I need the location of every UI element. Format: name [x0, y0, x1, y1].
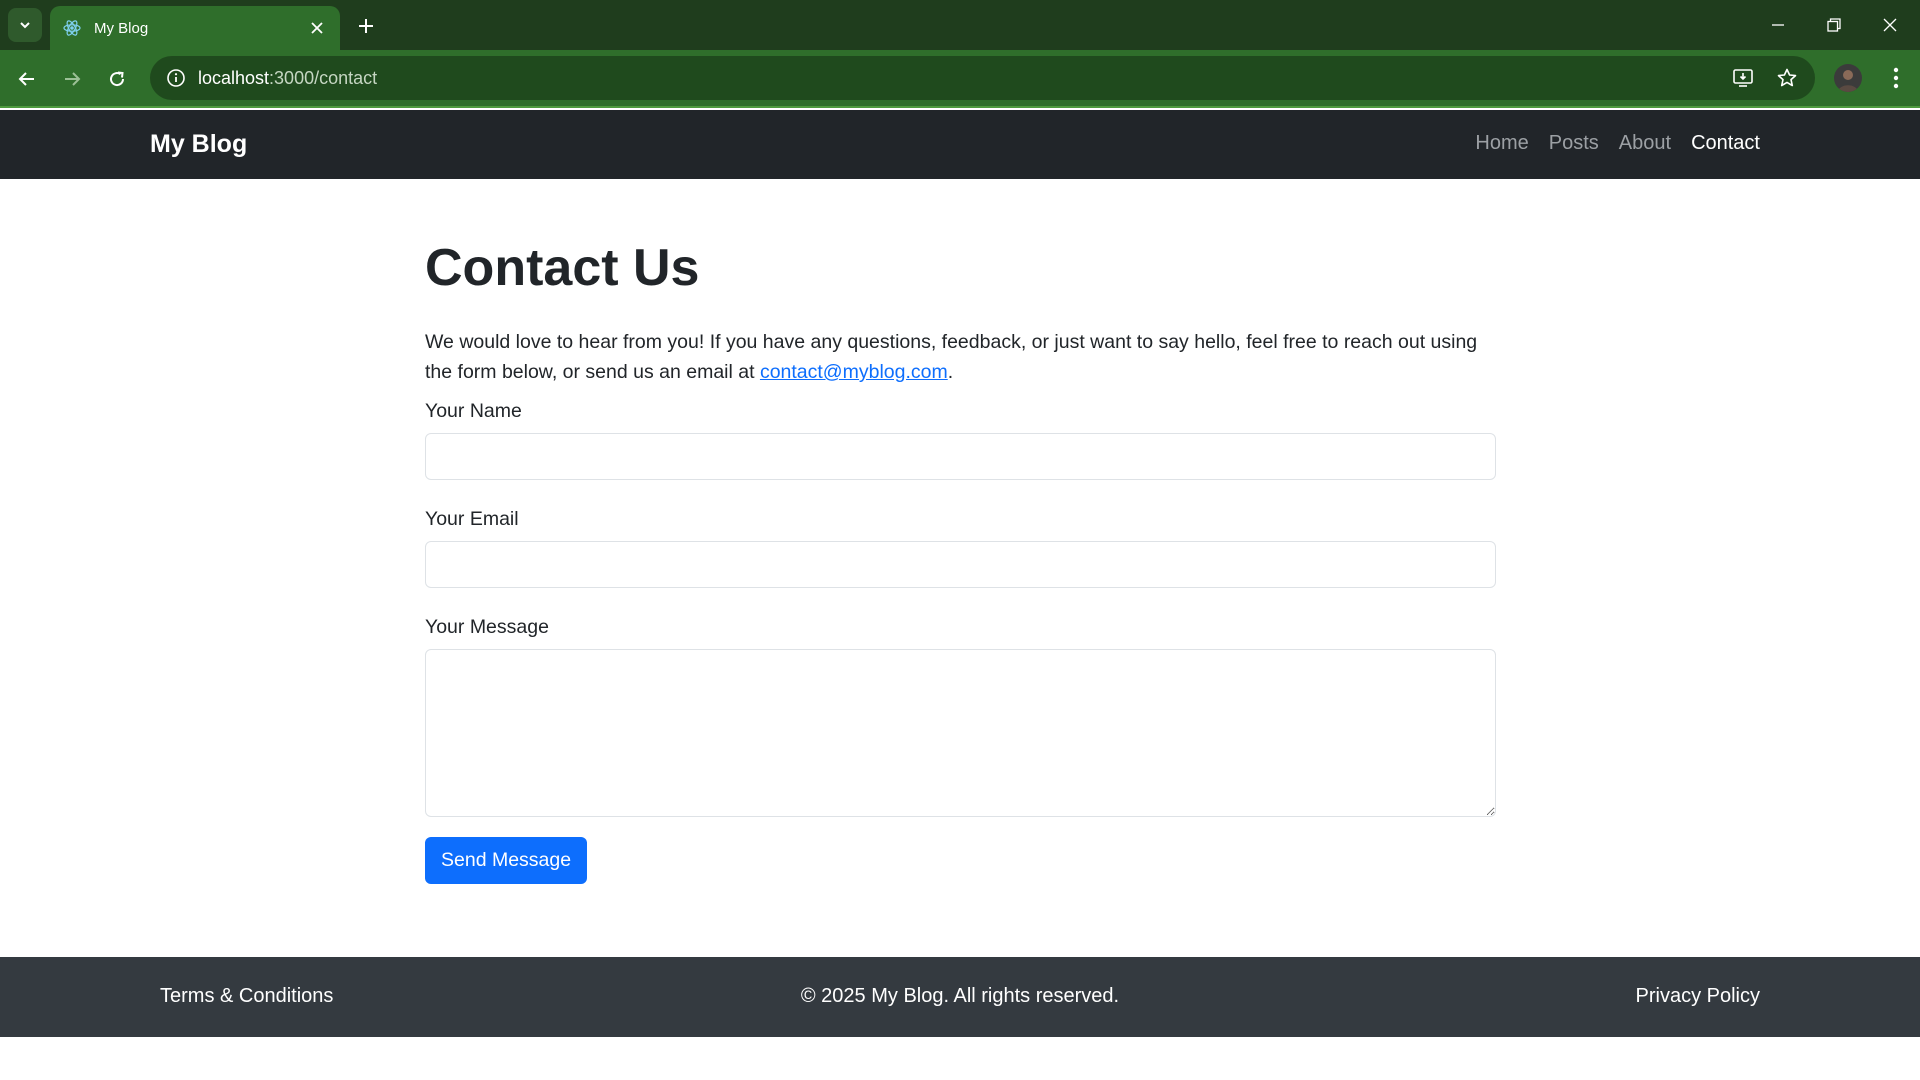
info-icon[interactable] [164, 66, 188, 90]
contact-page: Contact Us We would love to hear from yo… [425, 180, 1496, 885]
plus-icon [359, 19, 373, 33]
restore-icon [1827, 18, 1841, 32]
address-bar[interactable]: localhost:3000/contact [150, 56, 1815, 100]
kebab-menu-icon[interactable] [1880, 62, 1912, 94]
chevron-down-icon [20, 22, 30, 29]
intro-paragraph: We would love to hear from you! If you h… [425, 327, 1496, 387]
close-window-button[interactable] [1862, 0, 1918, 50]
name-label: Your Name [425, 400, 522, 423]
forward-button[interactable] [54, 61, 90, 97]
copyright-text: © 2025 My Blog. All rights reserved. [800, 985, 1120, 1007]
url-host: localhost [198, 67, 270, 88]
browser-tabstrip: My Blog [0, 0, 1920, 50]
minimize-icon [1772, 24, 1784, 26]
tab-title: My Blog [94, 19, 149, 37]
privacy-link[interactable]: Privacy Policy [1636, 985, 1760, 1008]
bookmark-star-icon[interactable] [1773, 64, 1801, 92]
new-tab-button[interactable] [352, 12, 380, 40]
email-label: Your Email [425, 508, 519, 531]
minimize-button[interactable] [1750, 0, 1806, 50]
contact-form: Your Name Your Email Your Message Send M… [425, 400, 1496, 885]
profile-avatar[interactable] [1834, 64, 1862, 92]
name-input[interactable] [425, 433, 1496, 481]
nav-link-contact[interactable]: Contact [1691, 132, 1760, 155]
nav-links: Home Posts About Contact [1475, 132, 1760, 155]
react-icon [62, 18, 82, 38]
email-input[interactable] [425, 541, 1496, 589]
restore-button[interactable] [1806, 0, 1862, 50]
close-icon[interactable] [306, 17, 328, 39]
site-brand[interactable]: My Blog [150, 130, 247, 159]
reload-button[interactable] [99, 61, 135, 97]
nav-link-about[interactable]: About [1619, 132, 1671, 155]
page-title: Contact Us [425, 239, 700, 297]
reload-icon [110, 71, 125, 87]
nav-link-posts[interactable]: Posts [1549, 132, 1599, 155]
arrow-right-icon [65, 72, 81, 86]
nav-link-home[interactable]: Home [1475, 132, 1528, 155]
close-icon [1883, 18, 1897, 32]
url-text: localhost:3000/contact [198, 68, 377, 89]
tab-search-button[interactable] [8, 8, 42, 42]
email-link[interactable]: contact@myblog.com [760, 361, 948, 383]
site-navbar: My Blog Home Posts About Contact [0, 110, 1920, 179]
arrow-left-icon [18, 72, 34, 86]
intro-end: . [947, 361, 954, 384]
install-app-icon[interactable] [1729, 64, 1757, 92]
url-path: :3000/contact [269, 67, 378, 88]
site-footer: Terms & Conditions © 2025 My Blog. All r… [0, 957, 1920, 1037]
send-message-button[interactable]: Send Message [425, 837, 588, 885]
browser-tab[interactable]: My Blog [50, 6, 340, 50]
message-textarea[interactable] [425, 649, 1496, 818]
message-label: Your Message [425, 616, 549, 639]
browser-toolbar: localhost:3000/contact [0, 50, 1920, 108]
back-button[interactable] [9, 61, 45, 97]
